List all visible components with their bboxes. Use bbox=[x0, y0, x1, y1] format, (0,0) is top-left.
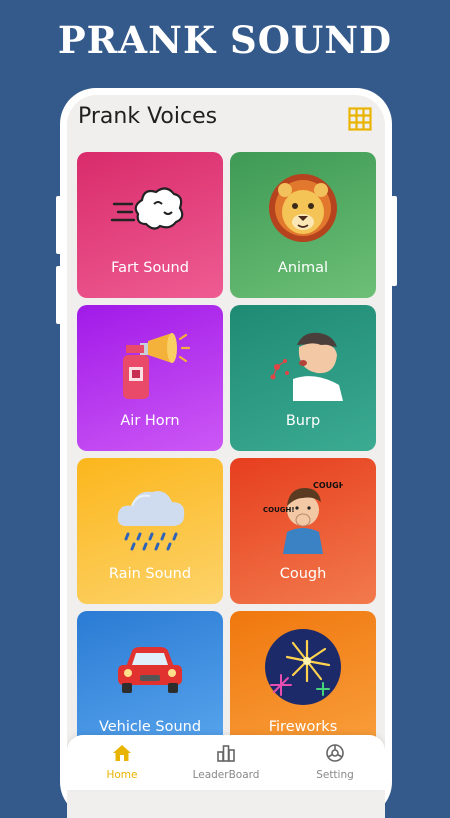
nav-leaderboard-label: LeaderBoard bbox=[192, 769, 260, 781]
lion-icon bbox=[269, 174, 337, 242]
page-title: Prank Voices bbox=[78, 104, 218, 129]
card-label: Fireworks bbox=[268, 719, 338, 735]
svg-text:COUGH!: COUGH! bbox=[263, 506, 295, 514]
home-icon bbox=[113, 745, 131, 761]
air-horn-icon bbox=[123, 333, 190, 399]
burp-person-icon bbox=[270, 332, 343, 401]
phone-frame: Prank Voices Fart Sound Animal Air Horn … bbox=[60, 88, 392, 818]
car-icon bbox=[118, 647, 182, 693]
settings-icon bbox=[326, 744, 344, 762]
grid-icon[interactable] bbox=[348, 107, 372, 131]
card-rain-sound[interactable]: Rain Sound bbox=[77, 458, 223, 604]
card-cough[interactable]: COUGH! COUGH! Cough bbox=[230, 458, 376, 604]
card-burp[interactable]: Burp bbox=[230, 305, 376, 451]
card-air-horn[interactable]: Air Horn bbox=[77, 305, 223, 451]
card-fart-sound[interactable]: Fart Sound bbox=[77, 152, 223, 298]
card-label: Cough bbox=[279, 566, 327, 582]
nav-home[interactable]: Home bbox=[72, 735, 172, 790]
bottom-nav: Home LeaderBoard Setting bbox=[67, 735, 385, 790]
card-label: Animal bbox=[277, 260, 329, 276]
cough-person-icon: COUGH! COUGH! bbox=[263, 481, 343, 554]
card-animal[interactable]: Animal bbox=[230, 152, 376, 298]
fart-cloud-icon bbox=[110, 187, 184, 230]
nav-setting[interactable]: Setting bbox=[285, 735, 385, 790]
nav-setting-label: Setting bbox=[316, 769, 354, 781]
card-label: Vehicle Sound bbox=[98, 719, 202, 735]
leaderboard-icon bbox=[217, 745, 235, 762]
app-screen: Prank Voices Fart Sound Animal Air Horn … bbox=[67, 95, 385, 818]
nav-leaderboard[interactable]: LeaderBoard bbox=[176, 735, 276, 790]
card-label: Rain Sound bbox=[108, 566, 192, 582]
banner-title: PRANK SOUND bbox=[57, 18, 393, 62]
fireworks-icon bbox=[265, 629, 341, 705]
svg-text:COUGH!: COUGH! bbox=[313, 481, 343, 490]
card-label: Fart Sound bbox=[111, 260, 189, 276]
card-label: Air Horn bbox=[120, 413, 180, 429]
nav-home-label: Home bbox=[106, 769, 138, 781]
rain-cloud-icon bbox=[117, 491, 185, 551]
card-label: Burp bbox=[285, 413, 321, 429]
